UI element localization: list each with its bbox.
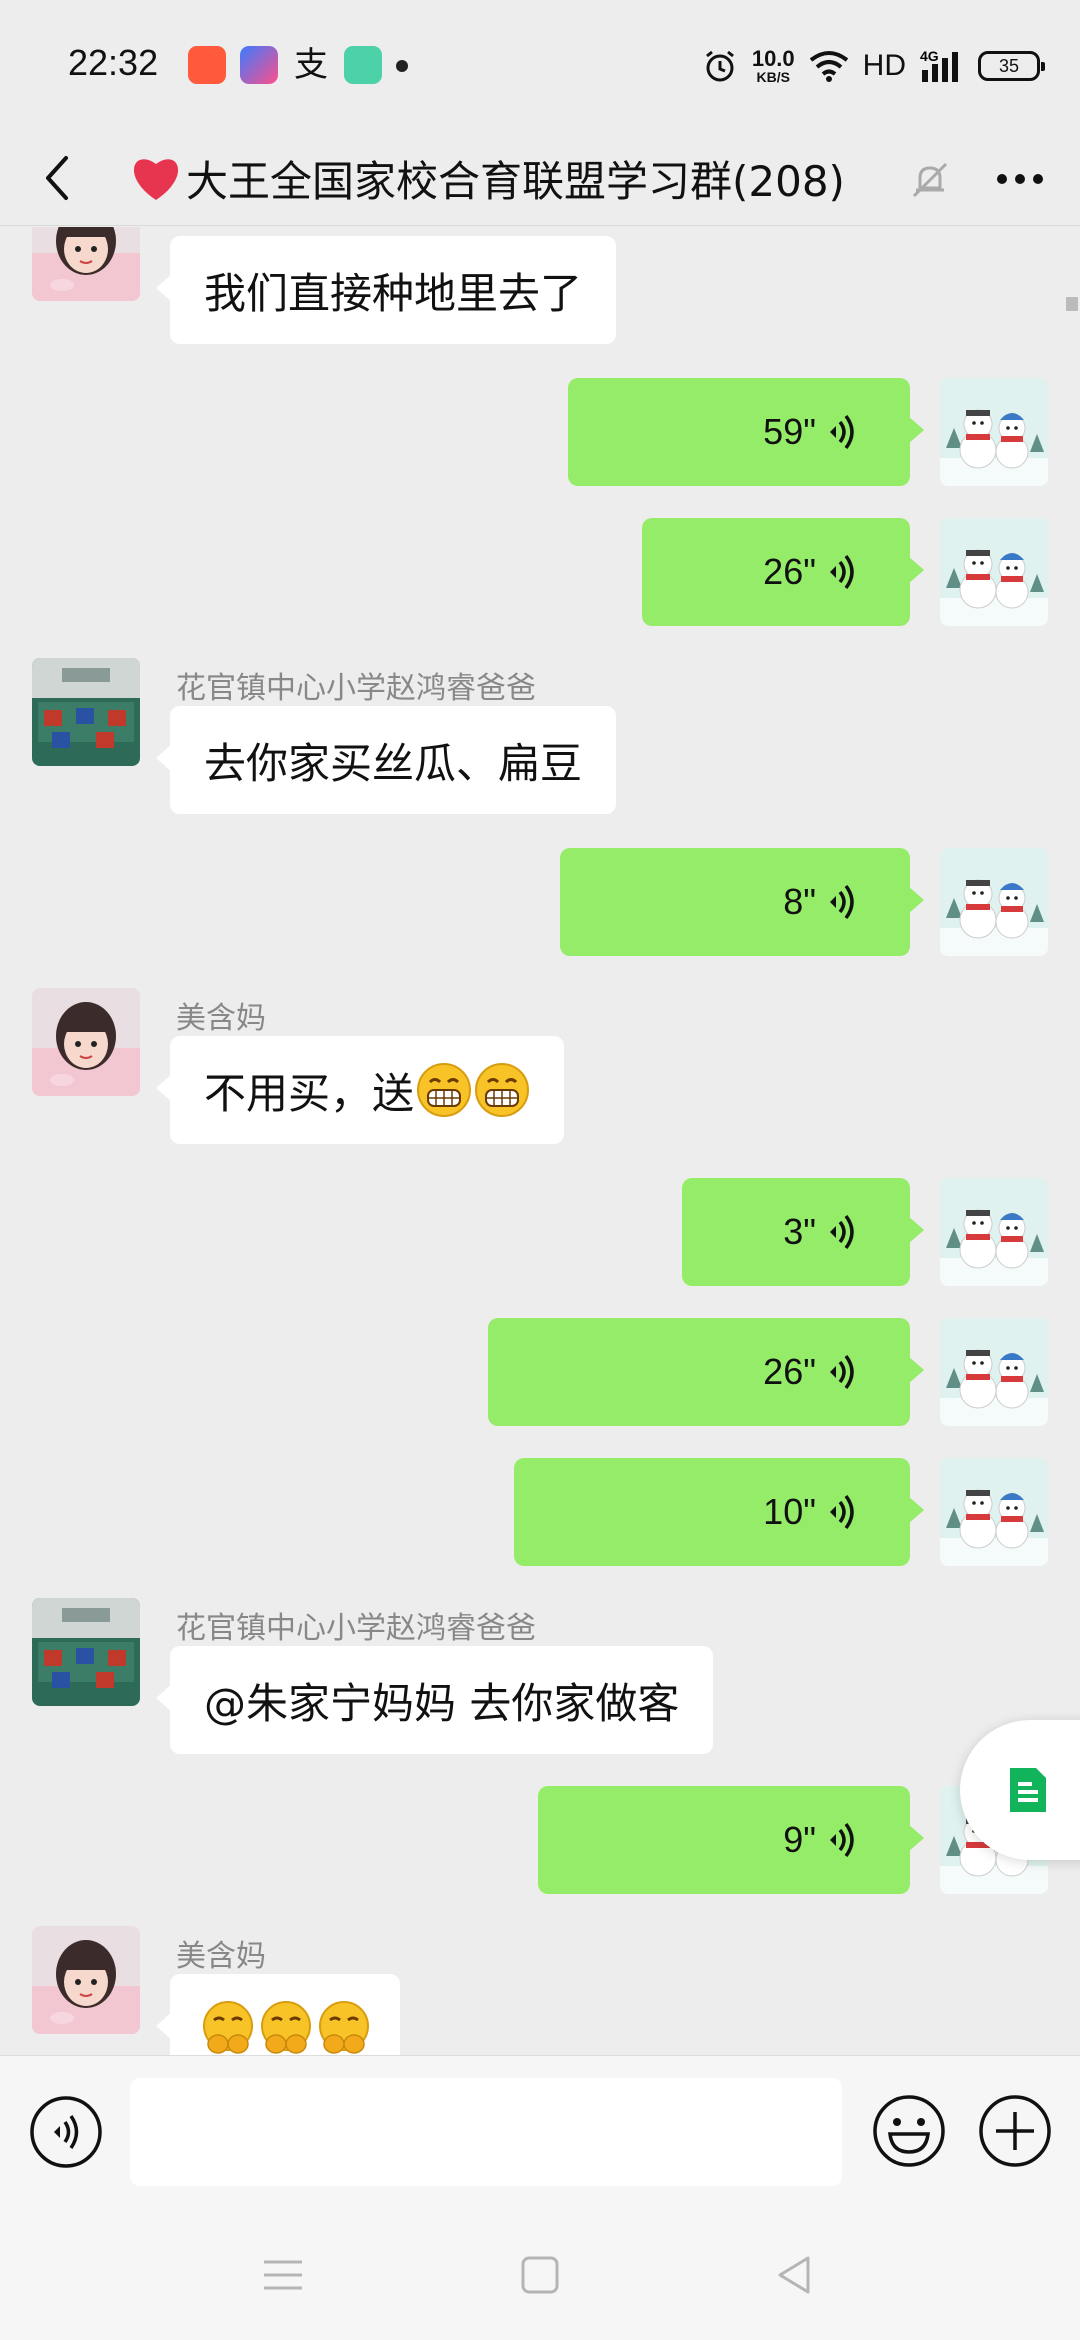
voice-message-bubble[interactable]: 10"	[514, 1458, 924, 1566]
app-icon	[344, 46, 382, 84]
app-icon	[240, 46, 278, 84]
my-avatar[interactable]	[940, 848, 1048, 956]
more-options-icon[interactable]	[990, 152, 1050, 206]
status-indicators: 10.0 KB/S HD 4G 35	[702, 44, 1045, 88]
emoji-picker-icon[interactable]	[870, 2092, 948, 2170]
my-avatar[interactable]	[940, 1318, 1048, 1426]
message-list[interactable]: 我们直接种地里去了 59" 26" 花官镇中心小学赵鸿睿爸爸 去你家买丝瓜、扁豆…	[0, 227, 1080, 2055]
wifi-icon	[809, 51, 848, 82]
my-avatar[interactable]	[940, 1178, 1048, 1286]
input-bar	[0, 2055, 1080, 2210]
battery-icon: 35	[978, 51, 1045, 81]
avatar[interactable]	[32, 658, 140, 766]
scroll-indicator	[1066, 297, 1078, 311]
my-avatar[interactable]	[940, 518, 1048, 626]
voice-wave-icon	[828, 1494, 854, 1530]
chat-title-wrap: 大王全国家校合育联盟学习群(208)	[128, 148, 845, 208]
status-time: 22:32	[68, 42, 159, 83]
chat-header: 大王全国家校合育联盟学习群(208)	[0, 130, 1080, 226]
giggle-emoji-icon	[318, 2000, 370, 2055]
sender-name: 花官镇中心小学赵鸿睿爸爸	[176, 1611, 536, 1646]
voice-input-icon[interactable]	[28, 2094, 104, 2170]
voice-wave-icon	[828, 884, 854, 920]
status-bar: 22:32 支 10.0 KB/S HD 4G 35	[0, 0, 1080, 130]
grin-emoji-icon	[474, 1062, 530, 1118]
heart-icon	[133, 159, 179, 200]
system-navigation-bar	[0, 2210, 1080, 2340]
voice-message-bubble[interactable]: 9"	[538, 1786, 924, 1894]
notification-dot-icon	[396, 60, 408, 72]
avatar[interactable]	[32, 227, 140, 301]
voice-message-bubble[interactable]: 3"	[682, 1178, 924, 1286]
giggle-emoji-icon	[202, 2000, 254, 2055]
sender-name: 美含妈	[176, 1001, 266, 1036]
signal-icon: 4G	[920, 48, 964, 84]
chat-title: 大王全国家校合育联盟学习群(208)	[186, 156, 845, 206]
message-input[interactable]	[130, 2078, 842, 2186]
voice-message-bubble[interactable]: 59"	[568, 378, 924, 486]
back-icon[interactable]	[30, 148, 90, 208]
voice-message-bubble[interactable]: 8"	[560, 848, 924, 956]
sender-name: 花官镇中心小学赵鸿睿爸爸	[176, 671, 536, 706]
avatar[interactable]	[32, 1926, 140, 2034]
kuaishou-app-icon	[188, 46, 226, 84]
voice-wave-icon	[828, 554, 854, 590]
my-avatar[interactable]	[940, 378, 1048, 486]
more-functions-icon[interactable]	[976, 2092, 1054, 2170]
voice-wave-icon	[828, 1214, 854, 1250]
hd-label: HD	[862, 49, 906, 82]
home-icon[interactable]	[515, 2250, 565, 2300]
mute-bell-icon	[912, 162, 948, 198]
voice-wave-icon	[828, 414, 854, 450]
message-bubble[interactable]: 我们直接种地里去了	[155, 236, 617, 344]
grin-emoji-icon	[416, 1062, 472, 1118]
message-bubble[interactable]	[156, 1974, 400, 2055]
giggle-emoji-icon	[260, 2000, 312, 2055]
message-bubble[interactable]: @朱家宁妈妈 去你家做客	[155, 1646, 714, 1754]
menu-icon[interactable]	[258, 2250, 308, 2300]
voice-message-bubble[interactable]: 26"	[642, 518, 924, 626]
voice-message-bubble[interactable]: 26"	[488, 1318, 924, 1426]
message-bubble[interactable]: 去你家买丝瓜、扁豆	[155, 706, 617, 814]
alipay-icon: 支	[294, 45, 328, 85]
avatar[interactable]	[32, 1598, 140, 1706]
voice-wave-icon	[828, 1822, 854, 1858]
voice-wave-icon	[828, 1354, 854, 1390]
back-nav-icon[interactable]	[770, 2250, 820, 2300]
avatar[interactable]	[32, 988, 140, 1096]
alarm-icon	[705, 50, 734, 82]
note-icon	[1010, 1768, 1046, 1812]
my-avatar[interactable]	[940, 1458, 1048, 1566]
message-bubble[interactable]: 不用买，送	[155, 1036, 565, 1144]
network-speed: 10.0 KB/S	[751, 46, 795, 85]
sender-name: 美含妈	[176, 1939, 266, 1974]
